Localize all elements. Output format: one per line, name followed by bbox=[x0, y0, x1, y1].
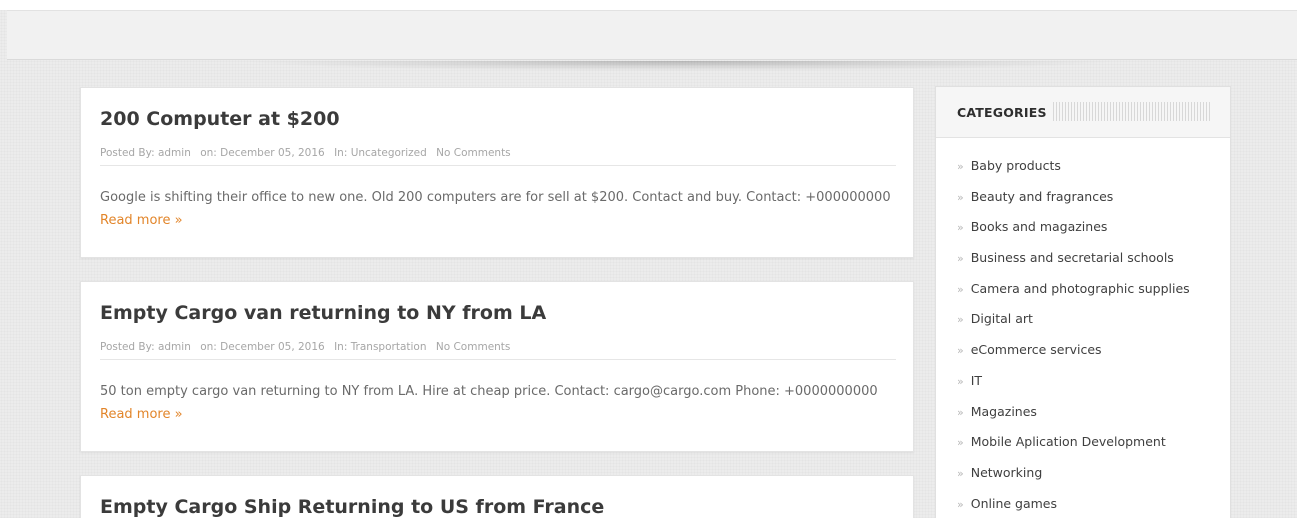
chevron-right-icon: » bbox=[957, 252, 964, 266]
post-card: Empty Cargo van returning to NY from LA … bbox=[80, 281, 914, 452]
post-card: Empty Cargo Ship Returning to US from Fr… bbox=[80, 475, 914, 518]
category-label[interactable]: Magazines bbox=[971, 404, 1037, 419]
header-bar bbox=[7, 10, 1297, 60]
chevron-right-icon: » bbox=[957, 344, 964, 358]
post-excerpt-text: Google is shifting their office to new o… bbox=[100, 190, 891, 205]
chevron-right-icon: » bbox=[957, 405, 964, 419]
chevron-right-icon: » bbox=[957, 497, 964, 511]
post-excerpt: Google is shifting their office to new o… bbox=[100, 186, 900, 232]
category-item[interactable]: » IT bbox=[936, 366, 1230, 397]
post-date: on: December 05, 2016 bbox=[200, 147, 325, 159]
chevron-right-icon: » bbox=[957, 436, 964, 450]
top-strip bbox=[0, 0, 1297, 10]
category-label[interactable]: Digital art bbox=[971, 311, 1033, 326]
widget-header: CATEGORIES bbox=[936, 87, 1230, 138]
post-title-link[interactable]: 200 Computer at $200 bbox=[100, 108, 340, 130]
category-label[interactable]: Online games bbox=[971, 496, 1057, 511]
category-item[interactable]: » Mobile Aplication Development bbox=[936, 427, 1230, 458]
post-excerpt: 50 ton empty cargo van returning to NY f… bbox=[100, 380, 900, 426]
category-item[interactable]: » Online games bbox=[936, 489, 1230, 518]
header-shadow bbox=[250, 61, 1110, 71]
category-item[interactable]: » Beauty and fragrances bbox=[936, 182, 1230, 213]
category-item[interactable]: » Baby products bbox=[936, 151, 1230, 182]
category-label[interactable]: Business and secretarial schools bbox=[971, 250, 1174, 265]
post-comments-link[interactable]: No Comments bbox=[436, 341, 511, 353]
chevron-right-icon: » bbox=[957, 466, 964, 480]
post-comments-link[interactable]: No Comments bbox=[436, 147, 511, 159]
category-label[interactable]: Beauty and fragrances bbox=[971, 189, 1114, 204]
chevron-right-icon: » bbox=[957, 282, 964, 296]
category-item[interactable]: » Camera and photographic supplies bbox=[936, 274, 1230, 305]
chevron-right-icon: » bbox=[957, 160, 964, 173]
chevron-right-icon: » bbox=[957, 221, 964, 235]
read-more-link[interactable]: Read more » bbox=[100, 213, 183, 228]
post-category-link[interactable]: In: Transportation bbox=[334, 341, 426, 353]
category-item[interactable]: » Books and magazines bbox=[936, 212, 1230, 243]
category-label[interactable]: Mobile Aplication Development bbox=[971, 434, 1166, 449]
categories-widget: CATEGORIES » Baby products » Beauty and fra… bbox=[935, 86, 1231, 518]
post-author[interactable]: Posted By: admin bbox=[100, 147, 191, 159]
chevron-right-icon: » bbox=[957, 190, 964, 204]
category-label[interactable]: eCommerce services bbox=[971, 342, 1102, 357]
post-category-link[interactable]: In: Uncategorized bbox=[334, 147, 427, 159]
post-author[interactable]: Posted By: admin bbox=[100, 341, 191, 353]
post-meta: Posted By: admin on: December 05, 2016 I… bbox=[100, 147, 896, 166]
category-item[interactable]: » Magazines bbox=[936, 397, 1230, 428]
category-item[interactable]: » Networking bbox=[936, 458, 1230, 489]
read-more-link[interactable]: Read more » bbox=[100, 407, 183, 422]
post-meta: Posted By: admin on: December 05, 2016 I… bbox=[100, 341, 896, 360]
category-item[interactable]: » Digital art bbox=[936, 304, 1230, 335]
category-item[interactable]: » eCommerce services bbox=[936, 335, 1230, 366]
post-title-link[interactable]: Empty Cargo van returning to NY from LA bbox=[100, 302, 546, 324]
category-label[interactable]: Camera and photographic supplies bbox=[971, 281, 1190, 296]
post-card: 200 Computer at $200 Posted By: admin on… bbox=[80, 87, 914, 258]
post-title-link[interactable]: Empty Cargo Ship Returning to US from Fr… bbox=[100, 496, 604, 518]
category-item[interactable]: » Business and secretarial schools bbox=[936, 243, 1230, 274]
category-label[interactable]: IT bbox=[971, 373, 982, 388]
category-label[interactable]: Networking bbox=[971, 465, 1043, 480]
category-label[interactable]: Baby products bbox=[971, 158, 1061, 173]
chevron-right-icon: » bbox=[957, 313, 964, 327]
category-list: » Baby products » Beauty and fragrances » Boo… bbox=[936, 151, 1230, 518]
category-label[interactable]: Books and magazines bbox=[971, 219, 1108, 234]
post-excerpt-text: 50 ton empty cargo van returning to NY f… bbox=[100, 384, 878, 399]
widget-title-decoration bbox=[1053, 102, 1211, 121]
post-date: on: December 05, 2016 bbox=[200, 341, 325, 353]
widget-title: CATEGORIES bbox=[957, 105, 1047, 120]
chevron-right-icon: » bbox=[957, 374, 964, 388]
